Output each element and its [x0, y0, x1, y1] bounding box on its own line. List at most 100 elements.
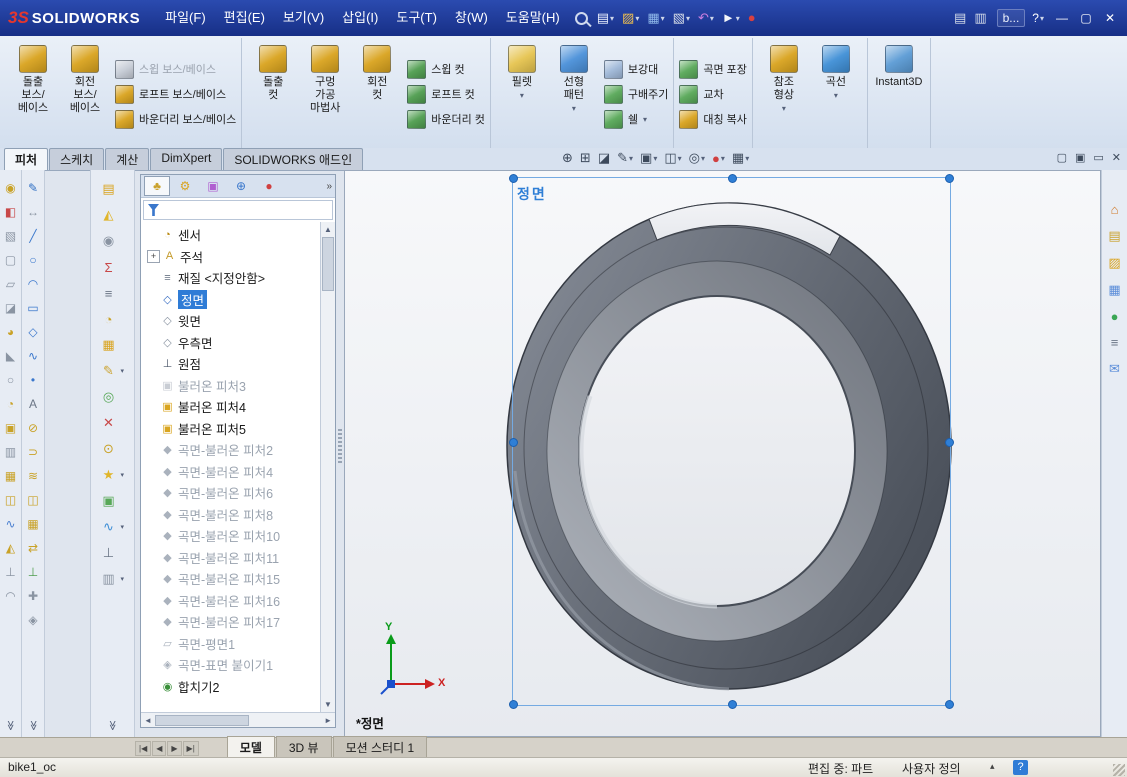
pattern-tool-icon[interactable]: ▦ — [2, 467, 20, 485]
convert-entities-icon[interactable]: ⊃ — [24, 443, 42, 461]
search-box[interactable]: b... — [996, 9, 1026, 27]
expander-icon[interactable] — [147, 401, 158, 412]
home-icon[interactable]: ⌂ — [1111, 202, 1119, 217]
commandmanager-tab[interactable]: DimXpert — [150, 148, 223, 170]
zoom-fit-icon[interactable]: ⊕ — [560, 149, 575, 167]
last-tab-icon[interactable]: ▶| — [182, 740, 199, 756]
mirror-entities-icon[interactable]: ◫ — [24, 491, 42, 509]
rectangle-icon[interactable]: ▭ — [24, 299, 42, 317]
expander-icon[interactable] — [147, 595, 158, 606]
expander-icon[interactable] — [147, 659, 158, 670]
tree-item[interactable]: ◆ 곡면-불러온 피처17 — [141, 611, 320, 633]
doc-tile-icon[interactable]: ▣ — [1075, 151, 1085, 164]
swept-boss-base-button[interactable]: 스윕 보스/베이스 — [115, 59, 236, 79]
hole-tool-icon[interactable]: ○ — [2, 371, 20, 389]
fillet-tool-icon[interactable]: ◕ — [2, 323, 20, 341]
selection-handle[interactable] — [945, 700, 954, 709]
tree-item[interactable]: ⊥ 원점 — [141, 353, 320, 375]
tree-item[interactable]: ◆ 곡면-불러온 피처15 — [141, 568, 320, 590]
view-orientation-icon[interactable]: ▣ ▾ — [638, 149, 659, 167]
expander-icon[interactable] — [147, 423, 158, 434]
tree-item[interactable]: ◇ 윗면 — [141, 310, 320, 332]
revolved-cut-button[interactable]: 회전 컷 — [351, 40, 403, 102]
menu-item[interactable]: 파일(F) — [156, 0, 215, 36]
commandmanager-tab[interactable]: SOLIDWORKS 애드인 — [223, 148, 364, 170]
tree-item[interactable]: ◆ 곡면-불러온 피처8 — [141, 504, 320, 526]
print-icon[interactable]: ▧ ▾ — [670, 9, 693, 27]
tree-item[interactable]: ◆ 곡면-불러온 피처6 — [141, 482, 320, 504]
design-library-icon[interactable]: ▤ — [1108, 228, 1120, 244]
tree-item[interactable]: ◆ 곡면-불러온 피처4 — [141, 461, 320, 483]
arc-icon[interactable]: ◠ — [24, 275, 42, 293]
doc-close-icon[interactable]: ✕ — [1112, 151, 1121, 164]
wrap-button[interactable]: 곡면 포장 — [679, 59, 747, 79]
model-tab[interactable]: 모델 — [226, 736, 275, 758]
tree-item[interactable]: ≡ 재질 <지정안함> — [141, 267, 320, 289]
circle-icon[interactable]: ○ — [24, 251, 42, 269]
scroll-right-icon[interactable]: ► — [324, 716, 332, 725]
tree-item[interactable]: ▣ 불러온 피처4 — [141, 396, 320, 418]
commandmanager-tab[interactable]: 계산 — [105, 148, 150, 170]
tree-item[interactable]: ◆ 곡면-불러온 피처16 — [141, 590, 320, 612]
fillet-button[interactable]: 필렛 ▾ — [496, 40, 548, 102]
tree-item[interactable]: ◇ 우측면 — [141, 332, 320, 354]
polygon-icon[interactable]: ◇ — [24, 323, 42, 341]
file-explorer-icon[interactable]: ▨ — [1108, 255, 1120, 271]
scroll-down-icon[interactable]: ▼ — [324, 698, 332, 712]
apply-scene-icon[interactable]: ▦ ▾ — [730, 149, 751, 167]
first-tab-icon[interactable]: |◀ — [135, 740, 152, 756]
tree-item[interactable]: ▣ 불러온 피처3 — [141, 375, 320, 397]
doc-newwindow-icon[interactable]: ▢ — [1057, 151, 1067, 164]
linear-pattern-button[interactable]: 선형 패턴 ▾ — [548, 40, 600, 115]
zoom-area-icon[interactable]: ⊞ — [578, 149, 593, 167]
selection-handle[interactable] — [727, 174, 737, 183]
toolbar-overflow-icon[interactable]: ≫ — [28, 720, 39, 730]
curves-button[interactable]: 곡선 ▾ — [810, 40, 862, 102]
expander-icon[interactable] — [147, 681, 158, 692]
curve-folder-icon[interactable]: ∿ ▾ — [99, 517, 127, 537]
expander-icon[interactable] — [147, 573, 158, 584]
sketch-pattern-icon[interactable]: ▦ — [24, 515, 42, 533]
selection-handle[interactable] — [945, 437, 954, 447]
origin-tool-icon[interactable]: ⊥ — [99, 543, 127, 563]
tree-item[interactable]: ▣ 불러온 피처5 — [141, 418, 320, 440]
expander-icon[interactable] — [147, 552, 158, 563]
tree-item[interactable]: ◆ 곡면-불러온 피처10 — [141, 525, 320, 547]
material-icon[interactable]: ≡ — [99, 283, 127, 303]
shell-button[interactable]: 쉘 ▾ — [603, 109, 668, 129]
quick-snaps-icon[interactable]: ◈ — [24, 611, 42, 629]
tree-horizontal-scrollbar[interactable]: ◄ ► — [141, 712, 335, 727]
mirror-button[interactable]: 대칭 복사 — [679, 109, 747, 129]
quick-tip-icon[interactable]: ? — [1013, 760, 1028, 775]
forum-icon[interactable]: ✉ — [1109, 361, 1120, 377]
resize-grip[interactable] — [1113, 764, 1125, 776]
selection-handle[interactable] — [509, 700, 518, 709]
tree-item[interactable]: ◉ 합치기2 — [141, 676, 320, 698]
scrollbar-thumb[interactable] — [154, 714, 249, 726]
next-tab-icon[interactable]: ▶ — [167, 740, 182, 756]
new-document-icon[interactable]: ▤ ▾ — [594, 9, 617, 27]
menu-item[interactable]: 보기(V) — [274, 0, 333, 36]
lights-cameras-ic[interactable]: ◉ — [99, 231, 127, 251]
plane-tool-icon[interactable]: ▱ — [2, 275, 20, 293]
tree-item[interactable]: + A 주석 — [141, 246, 320, 268]
scroll-left-icon[interactable]: ◄ — [144, 716, 152, 725]
tree-item[interactable]: ◆ 곡면-불러온 피처2 — [141, 439, 320, 461]
sketch-icon[interactable]: ✎ — [24, 179, 42, 197]
expander-icon[interactable] — [147, 616, 158, 627]
toolbar-overflow-icon[interactable]: ≫ — [107, 720, 118, 730]
expander-icon[interactable] — [147, 294, 158, 305]
dimxpertmanager-tab-icon[interactable]: ⊕ — [228, 176, 254, 196]
scroll-up-icon[interactable]: ▲ — [324, 222, 332, 235]
annotations-folder-icon[interactable]: ◭ — [99, 205, 127, 225]
tree-vertical-scrollbar[interactable]: ▲ ▼ — [320, 222, 335, 712]
tree-item[interactable]: ◆ 곡면-불러온 피처11 — [141, 547, 320, 569]
splitter-grip[interactable] — [338, 428, 342, 463]
revolved-boss-base-button[interactable]: 회전 보스/ 베이스 — [59, 40, 111, 115]
shell-tool-icon[interactable]: ▣ — [2, 419, 20, 437]
boundary-cut-button[interactable]: 바운더리 컷 — [407, 109, 485, 129]
favorites-icon[interactable]: ★ ▾ — [99, 465, 127, 485]
selection-handle[interactable] — [509, 437, 518, 447]
spline-icon[interactable]: ∿ — [24, 347, 42, 365]
text-icon[interactable]: A — [24, 395, 42, 413]
